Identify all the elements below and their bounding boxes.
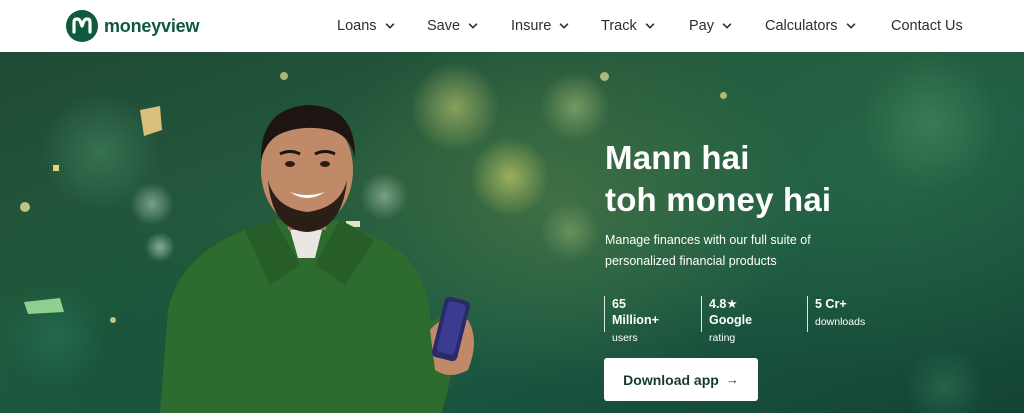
nav-item-label: Save (427, 18, 461, 34)
bokeh-light (20, 202, 30, 212)
chevron-down-icon (722, 23, 732, 29)
bokeh-light (720, 92, 727, 99)
bokeh-light (540, 202, 600, 262)
chevron-down-icon (560, 23, 569, 29)
nav-item-label: Loans (337, 18, 377, 34)
stat-value: 5 Cr+ (815, 297, 847, 311)
nav-item-insure[interactable]: Insure (511, 13, 569, 39)
stat-value: 65 Million+ (612, 297, 659, 327)
nav-item-label: Contact Us (891, 18, 963, 34)
stat-downloads: 5 Cr+ downloads (807, 296, 865, 332)
nav-item-label: Insure (511, 18, 552, 34)
bokeh-light (540, 72, 610, 142)
nav-item-loans[interactable]: Loans (337, 13, 395, 39)
main-nav: Loans Save Insure Track Pay Calculators … (0, 0, 1024, 52)
download-app-label: Download app (623, 371, 719, 388)
bokeh-light (860, 52, 1000, 192)
man-with-phone-illustration (160, 105, 474, 413)
bokeh-light (110, 317, 116, 323)
hero-headline: Mann hai toh money hai (605, 137, 831, 221)
stat-label: users (612, 332, 638, 344)
chevron-down-icon (645, 23, 655, 29)
nav-item-save[interactable]: Save (427, 13, 478, 39)
chevron-down-icon (468, 23, 478, 29)
bokeh-light (280, 72, 288, 80)
stat-label: rating (709, 332, 736, 344)
nav-item-pay[interactable]: Pay (689, 13, 732, 39)
nav-item-contact-us[interactable]: Contact Us (891, 13, 963, 39)
stat-users: 65 Million+ users (604, 296, 659, 344)
chevron-down-icon (846, 23, 855, 29)
arrow-right-icon: → (725, 372, 739, 387)
nav-item-label: Track (601, 18, 637, 34)
chevron-down-icon (385, 23, 394, 29)
stat-rating: 4.8★ Google rating (701, 296, 753, 344)
confetti-piece (53, 165, 59, 171)
nav-item-label: Pay (689, 18, 714, 34)
bokeh-light (900, 352, 990, 413)
nav-item-calculators[interactable]: Calculators (765, 13, 856, 39)
stat-value: 4.8★ Google (709, 297, 753, 327)
site-header: moneyview Loans Save Insure Track Pay Ca… (0, 0, 1024, 52)
bokeh-light (600, 72, 609, 81)
hero-headline-line-2: toh money hai (605, 181, 832, 218)
nav-item-track[interactable]: Track (601, 13, 655, 39)
download-app-button[interactable]: Download app → (604, 358, 758, 401)
nav-item-label: Calculators (765, 18, 838, 34)
hero-banner: Mann hai toh money hai Manage finances w… (0, 52, 1024, 413)
confetti-piece (24, 298, 64, 314)
hero-headline-line-1: Mann hai (605, 139, 750, 176)
hero-subtext: Manage finances with our full suite of p… (605, 233, 811, 268)
stat-label: downloads (815, 316, 866, 328)
